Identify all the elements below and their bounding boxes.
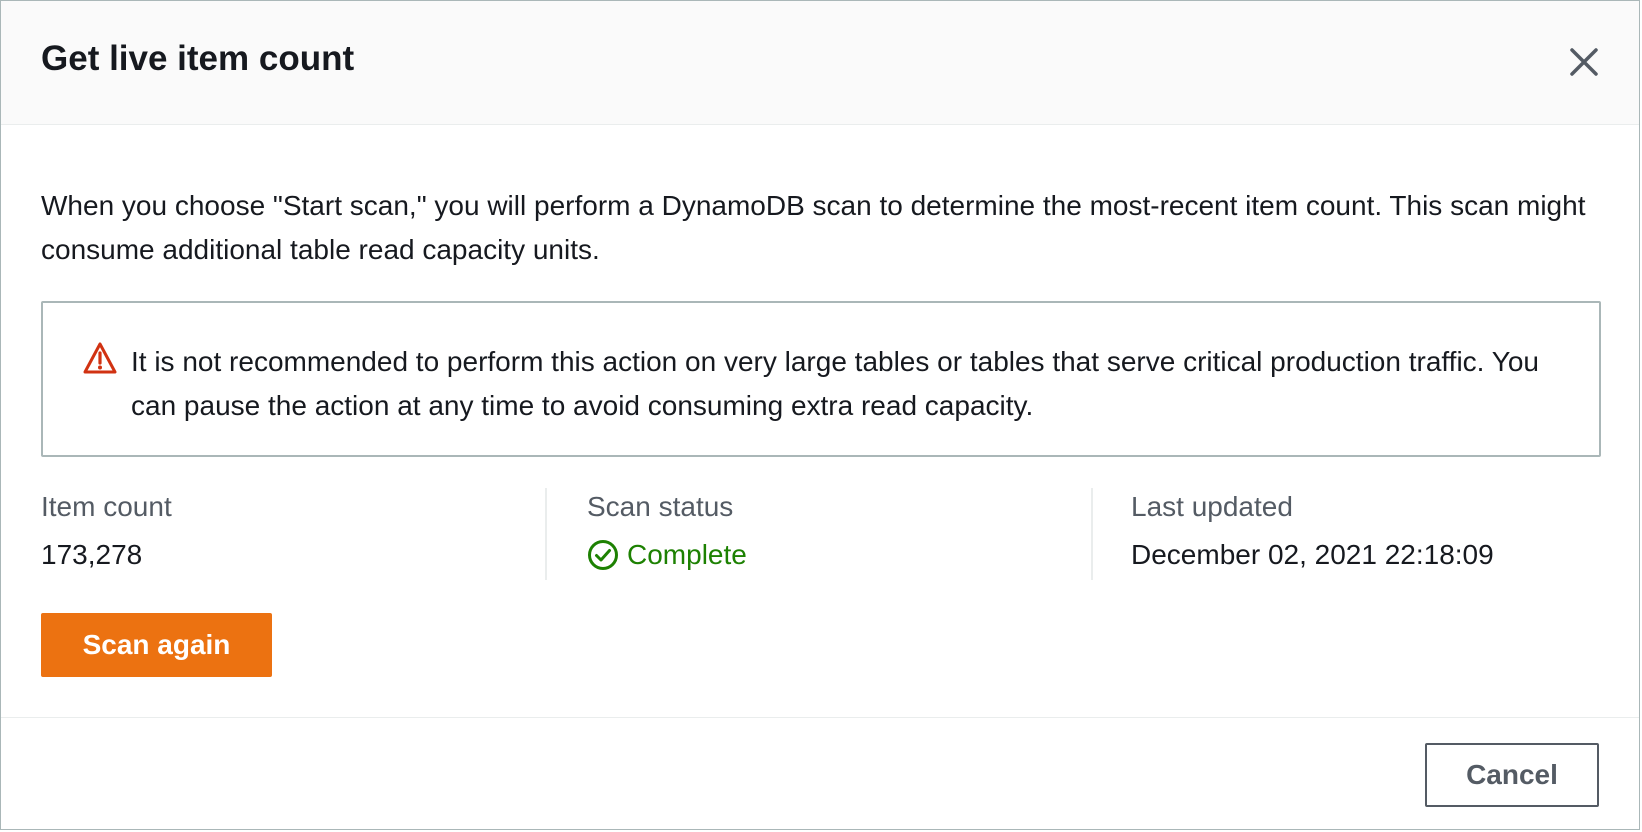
item-count-label: Item count <box>41 491 172 522</box>
modal-title: Get live item count <box>41 39 355 78</box>
item-count-value: 173,278 <box>41 539 143 570</box>
close-icon <box>1570 48 1598 76</box>
check-circle-icon <box>588 540 618 570</box>
stats-row: Item count 173,278 Scan status Complete … <box>41 488 1601 580</box>
stat-divider <box>545 488 547 580</box>
cancel-button[interactable]: Cancel <box>1425 743 1599 807</box>
warning-alert: It is not recommended to perform this ac… <box>41 301 1601 457</box>
stat-divider <box>1091 488 1093 580</box>
scan-status-label: Scan status <box>587 491 734 522</box>
last-updated-label: Last updated <box>1131 491 1293 522</box>
close-button[interactable] <box>1563 41 1605 83</box>
modal-dialog: Get live item count When you choose "Sta… <box>0 0 1640 830</box>
last-updated-value: December 02, 2021 22:18:09 <box>1131 539 1494 570</box>
item-count-stat: Item count 173,278 <box>41 488 501 580</box>
last-updated-stat: Last updated December 02, 2021 22:18:09 <box>1131 488 1601 580</box>
warning-icon <box>83 342 117 374</box>
intro-text: When you choose "Start scan," you will p… <box>41 190 1586 265</box>
scan-again-button[interactable]: Scan again <box>41 613 272 677</box>
modal-footer: Cancel <box>1 717 1639 830</box>
modal-header: Get live item count <box>1 1 1639 125</box>
scan-status-text: Complete <box>627 539 747 570</box>
alert-text: It is not recommended to perform this ac… <box>131 346 1539 421</box>
scan-status-value: Complete <box>587 538 1047 572</box>
scan-status-stat: Scan status Complete <box>587 488 1047 580</box>
